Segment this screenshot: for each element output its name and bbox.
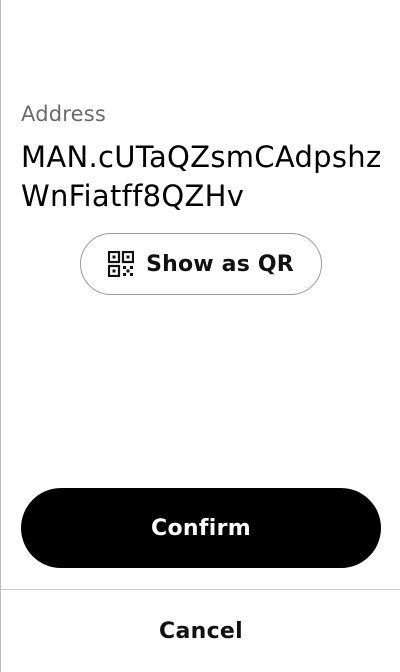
confirm-address-screen: Address MAN.cUTaQZsmCAdpshzWnFiatff8QZHv [0,0,400,672]
show-as-qr-label: Show as QR [146,251,294,277]
address-label: Address [21,102,107,126]
show-as-qr-button[interactable]: Show as QR [80,233,322,295]
address-value: MAN.cUTaQZsmCAdpshzWnFiatff8QZHv [21,140,382,213]
confirm-button[interactable]: Confirm [21,488,381,568]
qr-code-icon [108,251,135,277]
cancel-button[interactable]: Cancel [1,590,400,672]
